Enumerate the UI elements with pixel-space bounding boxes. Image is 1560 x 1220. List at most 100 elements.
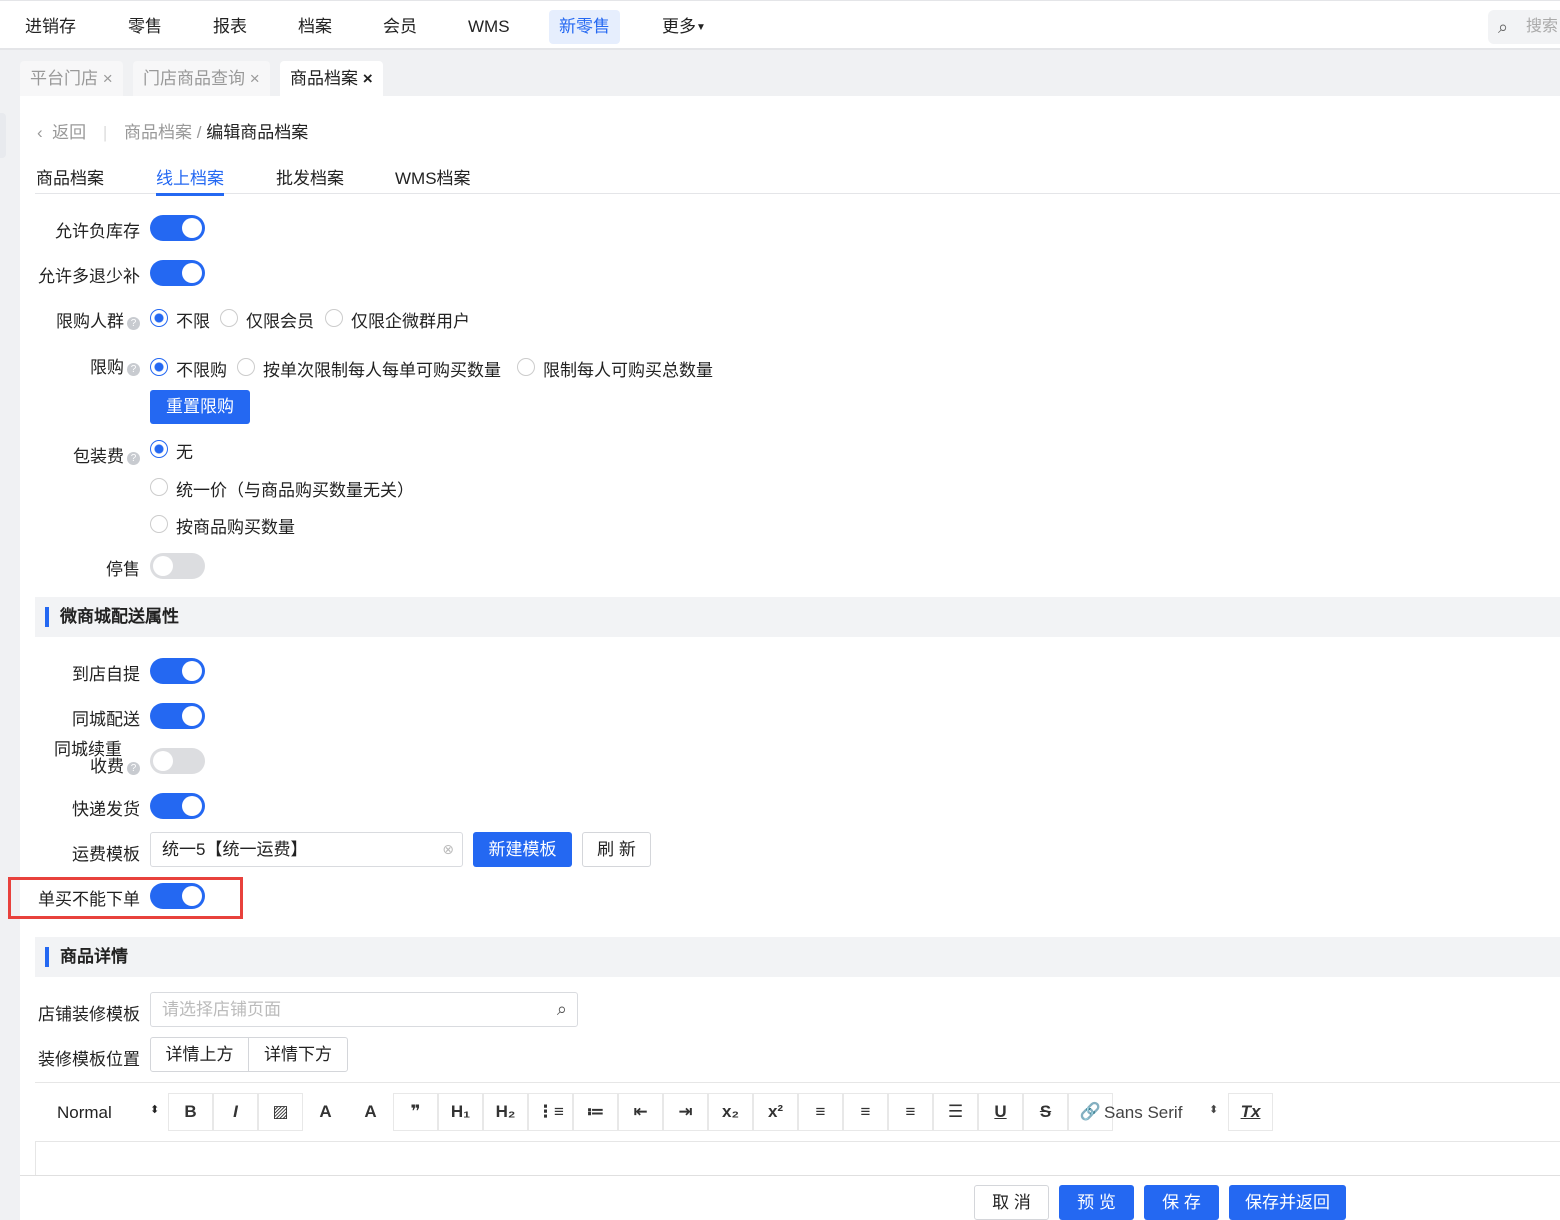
radio-unlimited[interactable]: 不限: [150, 307, 210, 332]
tab-platform-store[interactable]: 平台门店 ×: [20, 61, 123, 96]
subtab-wholesale-archive[interactable]: 批发档案: [276, 164, 344, 189]
radio-fee-fixed[interactable]: 统一价（与商品购买数量无关）: [150, 476, 414, 501]
position-above-button[interactable]: 详情上方: [150, 1037, 249, 1072]
preview-button[interactable]: 预 览: [1059, 1185, 1134, 1220]
allow-more-return-toggle[interactable]: [150, 260, 205, 286]
no-single-order-label: 单买不能下单: [38, 890, 140, 909]
underline-icon[interactable]: U: [978, 1093, 1023, 1131]
nav-archive[interactable]: 档案: [288, 10, 342, 44]
align-left-icon[interactable]: ≡: [798, 1093, 843, 1131]
radio-per-order-limit[interactable]: 按单次限制每人每单可购买数量: [237, 356, 501, 381]
label-line2: 收费?: [54, 758, 140, 775]
font-select-value: Sans Serif: [1104, 1103, 1183, 1122]
help-icon[interactable]: ?: [127, 363, 140, 376]
breadcrumb-parent[interactable]: 商品档案: [124, 123, 192, 142]
self-pickup-toggle[interactable]: [150, 658, 205, 684]
radio-fee-by-quantity[interactable]: 按商品购买数量: [150, 513, 295, 538]
search-placeholder: 搜索: [1526, 18, 1559, 35]
subscript-icon[interactable]: x₂: [708, 1093, 753, 1131]
footer-divider: [20, 1175, 1560, 1176]
stop-sale-toggle[interactable]: [150, 553, 205, 579]
new-template-button[interactable]: 新建模板: [473, 832, 572, 867]
nav-retail[interactable]: 零售: [118, 10, 172, 44]
freight-template-label: 运费模板: [72, 845, 140, 864]
help-icon[interactable]: ?: [127, 317, 140, 330]
italic-icon[interactable]: I: [213, 1093, 258, 1131]
subtab-goods-archive[interactable]: 商品档案: [36, 164, 104, 189]
strike-icon[interactable]: S: [1023, 1093, 1068, 1131]
packaging-fee-text: 包装费: [73, 447, 124, 466]
back-link[interactable]: ‹ 返回: [37, 123, 86, 142]
background-color-icon[interactable]: A: [348, 1093, 393, 1131]
sidebar-handle[interactable]: [0, 113, 6, 158]
refresh-button[interactable]: 刷 新: [582, 832, 651, 867]
help-icon[interactable]: ?: [127, 452, 140, 465]
align-right-icon[interactable]: ≡: [888, 1093, 933, 1131]
nav-more[interactable]: 更多▼: [652, 10, 716, 44]
purchase-group-label: 限购人群?: [56, 307, 140, 332]
editor-toolbar: Normal ⬍ B I ▨ A A ❞ H₁ H₂ ⋮≡ ≔ ⇤ ⇥ x₂ x² ≡ ≡ ≡ ☰ U S 🔗 Sans …: [35, 1082, 1560, 1142]
tab-goods-archive[interactable]: 商品档案 ×: [280, 61, 383, 96]
packaging-fee-label: 包装费?: [73, 442, 140, 467]
blockquote-icon[interactable]: ❞: [393, 1093, 438, 1131]
sort-icon: ⬍: [150, 1104, 160, 1116]
subtab-wms-archive[interactable]: WMS档案: [395, 164, 471, 189]
nav-member[interactable]: 会员: [373, 10, 427, 44]
city-delivery-toggle[interactable]: [150, 703, 205, 729]
subtab-online-archive[interactable]: 线上档案: [156, 164, 224, 196]
nav-jxc[interactable]: 进销存: [15, 10, 86, 44]
nav-wms[interactable]: WMS: [458, 10, 520, 44]
purchase-limit-text: 限购: [90, 358, 124, 377]
city-delivery-label: 同城配送: [72, 710, 140, 729]
radio-wecom-group-only[interactable]: 仅限企微群用户: [325, 307, 470, 332]
clear-icon[interactable]: ⊗: [442, 833, 454, 866]
allow-more-return-label: 允许多退少补: [38, 267, 140, 286]
bullet-list-icon[interactable]: ≔: [573, 1093, 618, 1131]
save-button[interactable]: 保 存: [1144, 1185, 1219, 1220]
header1-icon[interactable]: H₁: [438, 1093, 483, 1131]
indent-icon[interactable]: ⇥: [663, 1093, 708, 1131]
close-icon[interactable]: ×: [103, 69, 113, 88]
search-icon[interactable]: ⌕: [557, 993, 567, 1026]
cancel-button[interactable]: 取 消: [974, 1185, 1049, 1220]
align-justify-icon[interactable]: ☰: [933, 1093, 978, 1131]
breadcrumb: ‹ 返回 | 商品档案 / 编辑商品档案: [37, 123, 309, 142]
position-below-button[interactable]: 详情下方: [248, 1037, 348, 1072]
header-select[interactable]: Normal ⬍: [57, 1103, 159, 1123]
city-weight-fee-toggle[interactable]: [150, 748, 205, 774]
radio-fee-none[interactable]: 无: [150, 438, 193, 463]
close-icon[interactable]: ×: [250, 69, 260, 88]
ordered-list-icon[interactable]: ⋮≡: [528, 1093, 573, 1131]
subtab-divider: [35, 193, 1560, 194]
nav-new-retail[interactable]: 新零售: [549, 10, 620, 44]
clean-format-icon[interactable]: Tx: [1228, 1093, 1273, 1131]
express-toggle[interactable]: [150, 793, 205, 819]
font-color-icon[interactable]: A: [303, 1093, 348, 1131]
search-input[interactable]: ⌕ 搜索: [1488, 10, 1560, 44]
help-icon[interactable]: ?: [127, 762, 140, 775]
nav-report[interactable]: 报表: [203, 10, 257, 44]
label-line1: 同城续重: [54, 740, 122, 759]
superscript-icon[interactable]: x²: [753, 1093, 798, 1131]
bold-icon[interactable]: B: [168, 1093, 213, 1131]
save-and-return-button[interactable]: 保存并返回: [1229, 1185, 1346, 1220]
reset-limit-button[interactable]: 重置限购: [150, 390, 250, 424]
stop-sale-label: 停售: [106, 560, 140, 579]
radio-total-limit[interactable]: 限制每人可购买总数量: [517, 356, 713, 381]
radio-no-limit[interactable]: 不限购: [150, 356, 227, 381]
freight-template-select[interactable]: 统一5【统一运费】 ⊗: [150, 832, 463, 867]
radio-members-only[interactable]: 仅限会员: [220, 307, 314, 332]
no-single-order-toggle[interactable]: [150, 883, 205, 909]
image-icon[interactable]: ▨: [258, 1093, 303, 1131]
font-select[interactable]: Sans Serif ⬍: [1104, 1103, 1218, 1123]
chevron-left-icon: ‹: [37, 123, 43, 142]
close-icon[interactable]: ×: [363, 69, 373, 88]
header2-icon[interactable]: H₂: [483, 1093, 528, 1131]
search-icon: ⌕: [1498, 17, 1509, 37]
allow-negative-stock-toggle[interactable]: [150, 215, 205, 241]
store-template-input[interactable]: 请选择店铺页面 ⌕: [150, 992, 578, 1027]
template-position-label: 装修模板位置: [38, 1050, 140, 1069]
tab-store-goods-query[interactable]: 门店商品查询 ×: [133, 61, 270, 96]
align-center-icon[interactable]: ≡: [843, 1093, 888, 1131]
outdent-icon[interactable]: ⇤: [618, 1093, 663, 1131]
